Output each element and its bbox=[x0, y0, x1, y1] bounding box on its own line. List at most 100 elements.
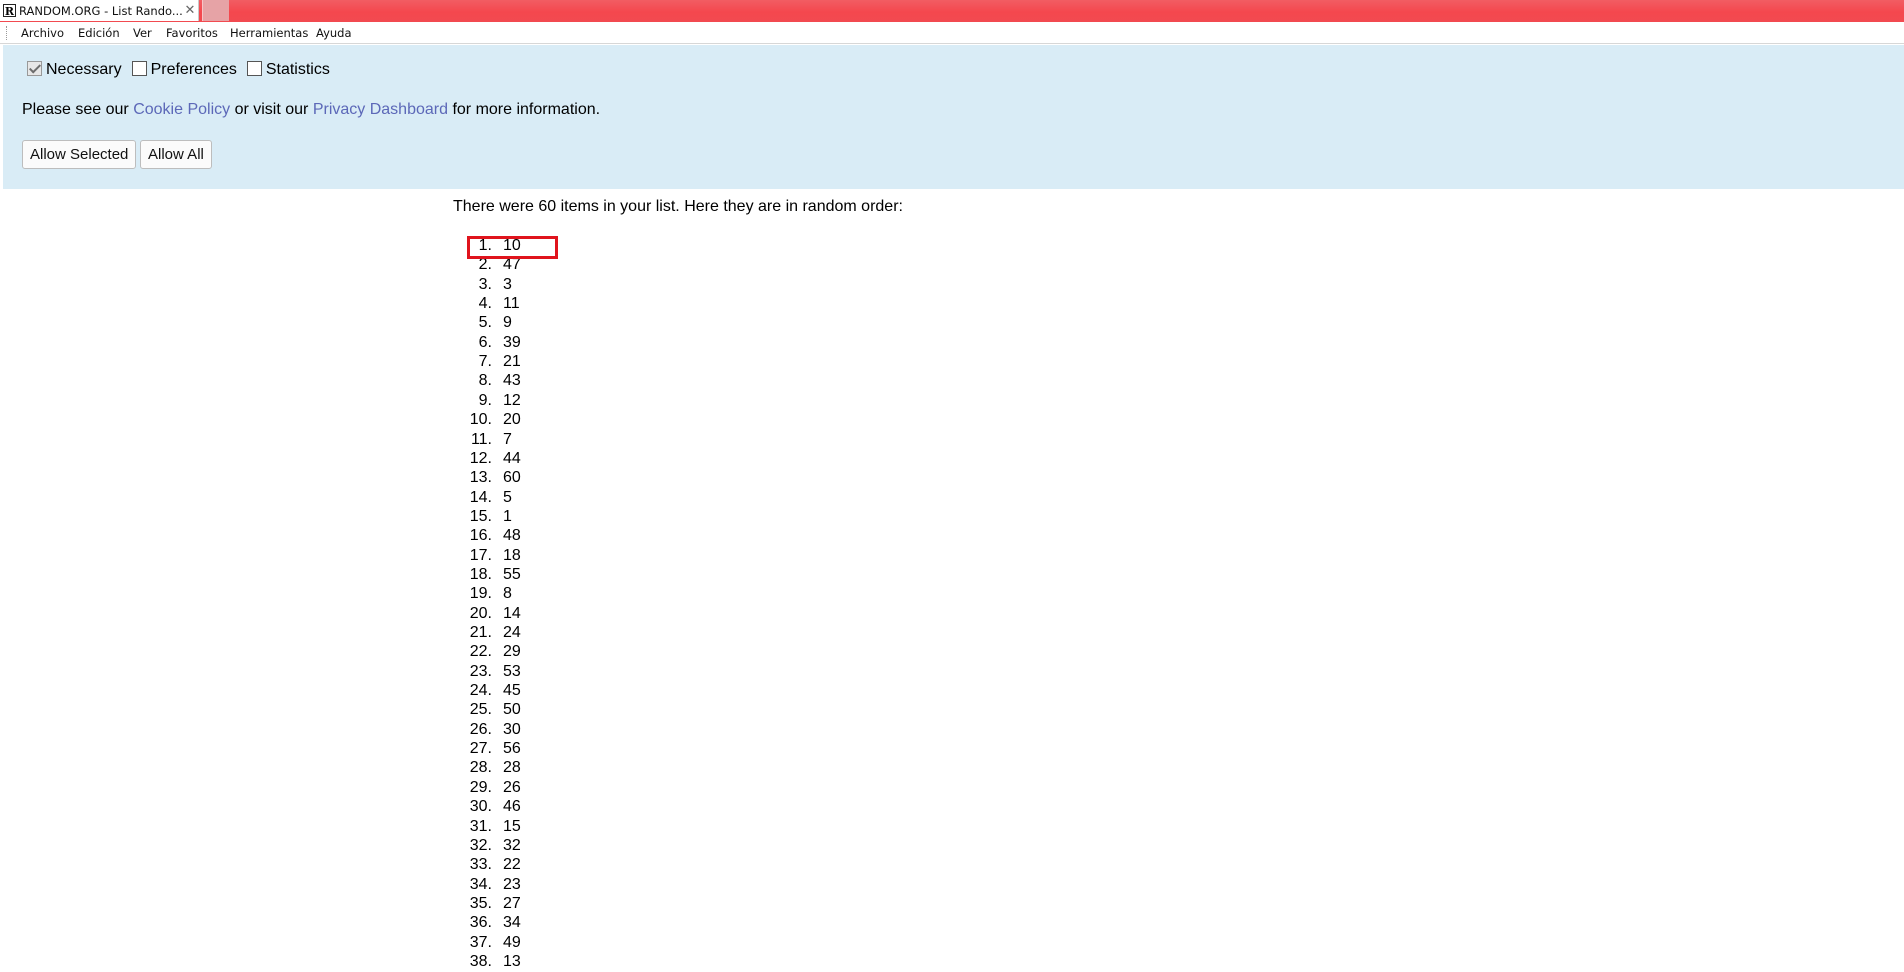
statistics-checkbox[interactable] bbox=[246, 60, 262, 76]
menu-edicion[interactable]: Edición bbox=[78, 26, 120, 40]
list-item-number: 19. bbox=[469, 585, 492, 603]
list-item-number: 21. bbox=[469, 624, 492, 641]
menu-favoritos[interactable]: Favoritos bbox=[166, 26, 218, 40]
browser-tab[interactable]: R RANDOM.ORG - List Rando... ✕ bbox=[0, 0, 199, 21]
list-item-number: 13. bbox=[469, 469, 492, 487]
info-suffix: for more information. bbox=[452, 101, 601, 118]
list-item-value: 46 bbox=[503, 798, 521, 816]
preferences-checkbox[interactable] bbox=[131, 60, 147, 76]
list-item: 34. 23 bbox=[453, 875, 521, 894]
statistics-label: Statistics bbox=[265, 61, 330, 78]
list-item-value: 14 bbox=[503, 604, 521, 622]
list-item-number: 11. bbox=[470, 430, 492, 448]
list-item: 18. 55 bbox=[453, 565, 521, 584]
cookie-info-text: Please see our Cookie Policy or visit ou… bbox=[22, 101, 600, 119]
new-tab-button[interactable] bbox=[202, 0, 229, 21]
list-item-number: 8. bbox=[478, 372, 492, 390]
list-item-number: 33. bbox=[469, 856, 492, 874]
list-item-value: 5 bbox=[503, 488, 512, 506]
list-item-value: 29 bbox=[503, 643, 521, 661]
list-item: 33. 22 bbox=[453, 855, 521, 874]
list-item: 21. 24 bbox=[453, 623, 521, 642]
list-item-number: 26. bbox=[469, 720, 492, 738]
list-item-value: 7 bbox=[503, 430, 512, 448]
list-item-value: 22 bbox=[503, 856, 521, 874]
list-item-value: 39 bbox=[503, 333, 521, 351]
list-item-value: 43 bbox=[503, 372, 521, 390]
allow-selected-button[interactable]: Allow Selected bbox=[22, 140, 137, 169]
list-item-number: 27. bbox=[469, 740, 492, 758]
list-item: 19. 8 bbox=[453, 584, 512, 603]
privacy-dashboard-link[interactable]: Privacy Dashboard bbox=[313, 101, 448, 118]
tab-bar: R RANDOM.ORG - List Rando... ✕ bbox=[0, 0, 1904, 22]
list-item-value: 11 bbox=[503, 295, 520, 313]
necessary-label: Necessary bbox=[46, 61, 122, 78]
list-item-value: 1 bbox=[503, 507, 512, 525]
list-item-number: 31. bbox=[469, 817, 492, 835]
list-item-value: 60 bbox=[503, 469, 521, 487]
list-item-value: 20 bbox=[503, 411, 521, 429]
list-item-number: 17. bbox=[469, 546, 492, 564]
list-item-value: 8 bbox=[503, 585, 512, 603]
list-item-value: 56 bbox=[503, 740, 521, 758]
list-item-number: 25. bbox=[469, 701, 492, 719]
allow-all-button[interactable]: Allow All bbox=[140, 140, 212, 169]
list-item: 12. 44 bbox=[453, 449, 521, 468]
list-item-value: 50 bbox=[503, 701, 521, 719]
list-item-number: 30. bbox=[469, 798, 492, 816]
necessary-checkbox[interactable] bbox=[27, 60, 42, 76]
list-item-value: 3 bbox=[503, 275, 512, 293]
list-item: 5. 9 bbox=[453, 313, 512, 332]
list-item-value: 13 bbox=[503, 952, 521, 970]
random-org-favicon-icon: R bbox=[3, 4, 16, 18]
menu-archivo[interactable]: Archivo bbox=[21, 26, 64, 40]
list-item-number: 29. bbox=[469, 778, 492, 796]
list-item-value: 28 bbox=[503, 759, 521, 777]
list-item-value: 55 bbox=[503, 565, 521, 583]
list-item-value: 12 bbox=[503, 391, 521, 409]
list-item-number: 22. bbox=[469, 643, 492, 661]
list-item-value: 34 bbox=[503, 914, 521, 932]
menu-herramientas[interactable]: Herramientas bbox=[230, 26, 308, 40]
list-item: 6. 39 bbox=[453, 333, 521, 352]
list-item-number: 10. bbox=[469, 411, 492, 429]
list-item-number: 18. bbox=[469, 565, 492, 583]
list-item-number: 5. bbox=[478, 314, 492, 332]
list-item-number: 24. bbox=[469, 682, 492, 700]
list-item: 17. 18 bbox=[453, 546, 521, 565]
list-item-number: 16. bbox=[469, 527, 492, 545]
list-item: 3. 3 bbox=[453, 275, 512, 294]
close-icon[interactable]: ✕ bbox=[182, 3, 198, 18]
list-item: 15. 1 bbox=[453, 507, 512, 526]
list-item: 11. 7 bbox=[453, 430, 512, 449]
list-item: 27. 56 bbox=[453, 739, 521, 758]
list-item-number: 28. bbox=[469, 759, 492, 777]
menu-ayuda[interactable]: Ayuda bbox=[316, 26, 352, 40]
list-item-value: 24 bbox=[503, 624, 521, 641]
list-item-value: 53 bbox=[503, 662, 521, 680]
cookie-banner: Necessary Preferences Statistics Please … bbox=[3, 45, 1904, 189]
list-item: 29. 26 bbox=[453, 778, 521, 797]
menu-ver[interactable]: Ver bbox=[133, 26, 152, 40]
list-item: 9. 12 bbox=[453, 391, 521, 410]
list-item-value: 45 bbox=[503, 682, 521, 700]
list-item-number: 14. bbox=[469, 488, 492, 506]
list-item-value: 15 bbox=[503, 817, 521, 835]
list-item: 25. 50 bbox=[453, 700, 521, 719]
highlight-box bbox=[467, 236, 558, 259]
preferences-label: Preferences bbox=[150, 61, 237, 78]
list-item: 14. 5 bbox=[453, 488, 512, 507]
list-item-number: 36. bbox=[469, 914, 492, 932]
result-intro: There were 60 items in your list. Here t… bbox=[453, 198, 903, 215]
list-item-number: 7. bbox=[478, 353, 492, 371]
list-item: 20. 14 bbox=[453, 604, 521, 623]
menu-bar: Archivo Edición Ver Favoritos Herramient… bbox=[0, 22, 1904, 44]
list-item-number: 20. bbox=[469, 604, 492, 622]
list-item: 13. 60 bbox=[453, 468, 521, 487]
list-item-value: 48 bbox=[503, 527, 521, 545]
list-item-number: 32. bbox=[469, 836, 492, 854]
list-item: 30. 46 bbox=[453, 797, 521, 816]
list-item-number: 38. bbox=[469, 952, 492, 970]
cookie-policy-link[interactable]: Cookie Policy bbox=[133, 101, 230, 118]
list-item: 24. 45 bbox=[453, 681, 521, 700]
